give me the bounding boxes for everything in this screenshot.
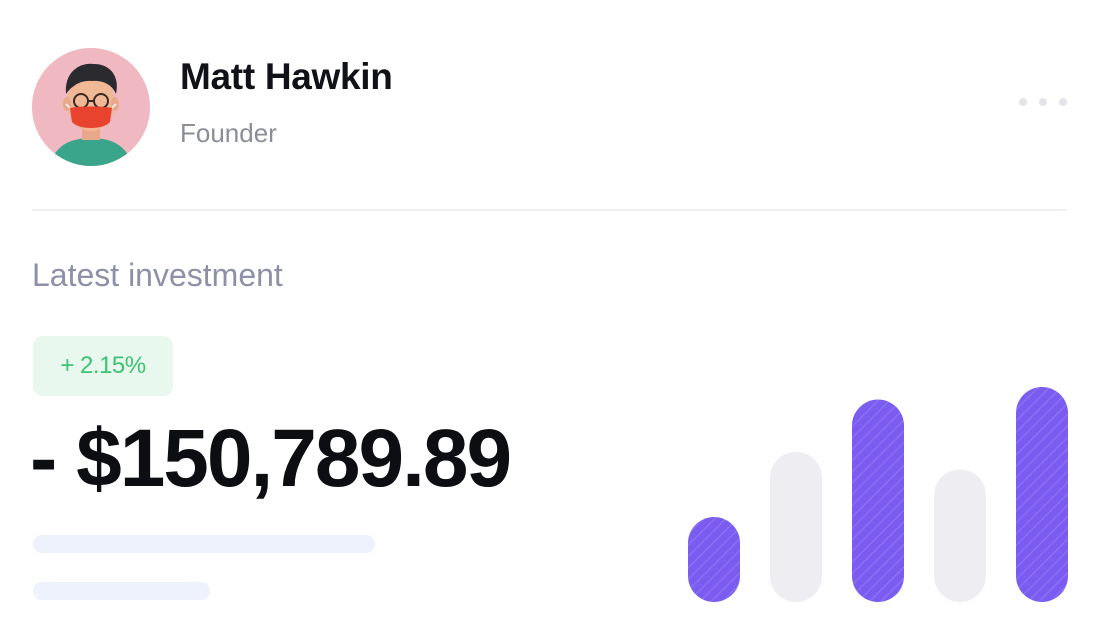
user-role: Founder: [180, 118, 277, 148]
investment-amount: - $150,789.89: [30, 413, 512, 504]
skeleton-line: [33, 535, 375, 553]
investment-card: Matt Hawkin Founder Latest investment + …: [0, 0, 1101, 639]
avatar-icon: [32, 48, 150, 166]
more-horizontal-icon: [1019, 98, 1027, 106]
chart-bar-highlighted: [852, 399, 904, 602]
user-name: Matt Hawkin: [180, 56, 393, 97]
more-horizontal-icon: [1039, 98, 1047, 106]
chart-bar: [934, 469, 986, 602]
chart-bar-highlighted: [1016, 387, 1068, 602]
divider: [32, 209, 1067, 211]
chart-bar: [770, 452, 822, 602]
more-horizontal-icon: [1059, 98, 1067, 106]
more-options-button[interactable]: [1019, 98, 1067, 106]
avatar[interactable]: [32, 48, 150, 166]
section-label: Latest investment: [32, 257, 283, 293]
change-badge: + 2.15%: [33, 336, 173, 396]
chart-bar-highlighted: [688, 517, 740, 602]
bar-chart: [688, 387, 1068, 602]
skeleton-line: [33, 582, 210, 600]
